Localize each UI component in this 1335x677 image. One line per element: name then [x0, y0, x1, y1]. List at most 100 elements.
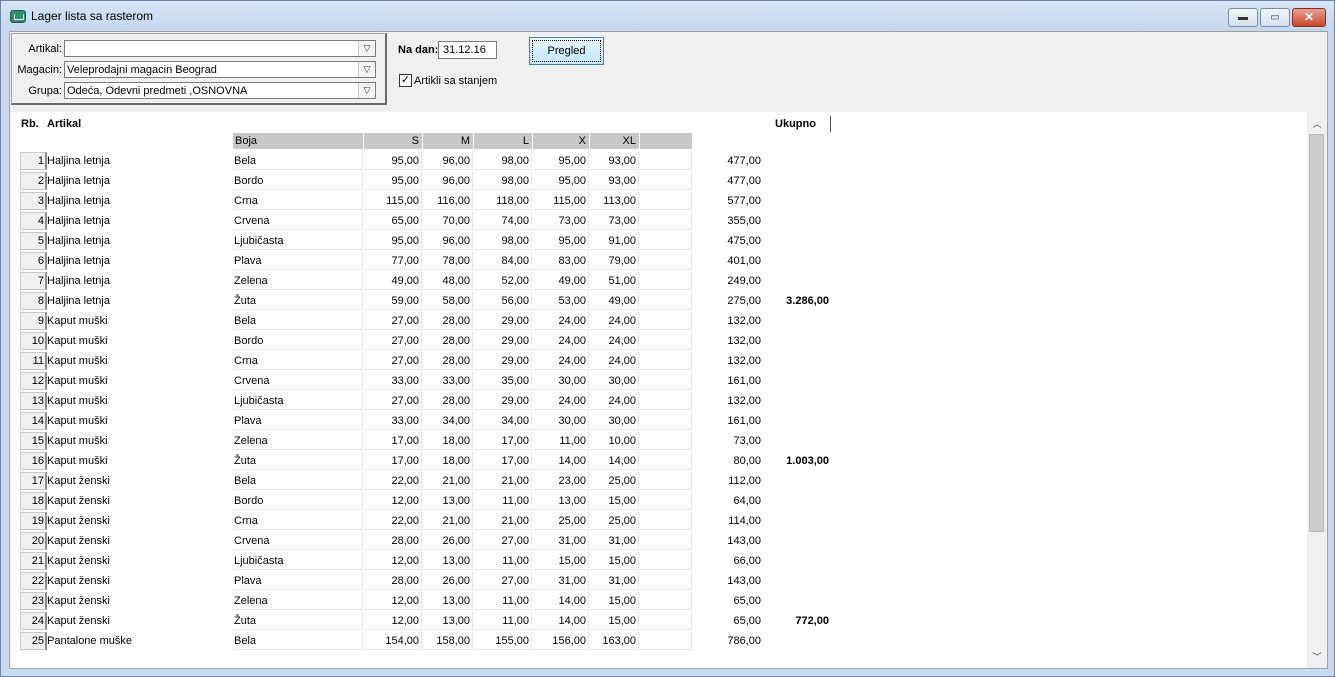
pregled-button[interactable]: Pregled	[529, 37, 604, 65]
size-qty-cell[interactable]: 98,00	[474, 232, 532, 250]
size-qty-cell[interactable]: 33,00	[364, 372, 422, 390]
size-qty-cell[interactable]: 96,00	[423, 172, 473, 190]
size-qty-cell[interactable]: 15,00	[590, 612, 639, 630]
boja-cell[interactable]: Crna	[233, 512, 363, 530]
boja-cell[interactable]: Plava	[233, 252, 363, 270]
row-number[interactable]: 2	[20, 172, 47, 190]
title-bar[interactable]: Lager lista sa rasterom ▬ ▭ ✕	[1, 1, 1334, 31]
size-qty-cell[interactable]: 25,00	[590, 512, 639, 530]
row-number[interactable]: 6	[20, 252, 47, 270]
size-qty-cell[interactable]: 95,00	[364, 232, 422, 250]
table-row[interactable]: 16 Kaput muški Žuta 17,00 18,00 17,00 14,00 14,…	[11, 451, 1301, 471]
size-qty-cell[interactable]: 96,00	[423, 152, 473, 170]
row-number[interactable]: 23	[20, 592, 47, 610]
size-qty-cell[interactable]: 73,00	[590, 212, 639, 230]
size-qty-cell[interactable]: 15,00	[533, 552, 589, 570]
boja-cell[interactable]: Crvena	[233, 532, 363, 550]
size-qty-cell[interactable]: 118,00	[474, 192, 532, 210]
table-row[interactable]: 3 Haljina letnja Crna 115,00 116,00 118,00 115…	[11, 191, 1301, 211]
size-qty-cell[interactable]: 116,00	[423, 192, 473, 210]
boja-cell[interactable]: Bela	[233, 472, 363, 490]
size-qty-cell[interactable]: 51,00	[590, 272, 639, 290]
row-number[interactable]: 25	[20, 632, 47, 650]
table-row[interactable]: 15 Kaput muški Zelena 17,00 18,00 17,00 11,00 1…	[11, 431, 1301, 451]
table-row[interactable]: 4 Haljina letnja Crvena 65,00 70,00 74,00 73,0…	[11, 211, 1301, 231]
size-qty-cell[interactable]: 25,00	[590, 472, 639, 490]
boja-cell[interactable]: Crna	[233, 352, 363, 370]
boja-cell[interactable]: Crna	[233, 192, 363, 210]
size-qty-cell[interactable]: 115,00	[364, 192, 422, 210]
size-qty-cell[interactable]: 158,00	[423, 632, 473, 650]
size-qty-cell[interactable]: 24,00	[533, 332, 589, 350]
row-number[interactable]: 15	[20, 432, 47, 450]
size-qty-cell[interactable]: 31,00	[533, 572, 589, 590]
size-qty-cell[interactable]: 78,00	[423, 252, 473, 270]
size-qty-cell[interactable]: 21,00	[474, 512, 532, 530]
artikli-sa-stanjem-checkbox[interactable]: ✓	[399, 74, 412, 87]
size-qty-cell[interactable]: 17,00	[364, 432, 422, 450]
size-qty-cell[interactable]: 79,00	[590, 252, 639, 270]
boja-cell[interactable]: Plava	[233, 412, 363, 430]
size-qty-cell[interactable]: 49,00	[533, 272, 589, 290]
size-qty-cell[interactable]: 14,00	[590, 452, 639, 470]
size-qty-cell[interactable]: 30,00	[590, 412, 639, 430]
column-header-ukupno[interactable]: Ukupno	[761, 116, 831, 132]
size-qty-cell[interactable]: 30,00	[533, 372, 589, 390]
size-qty-cell[interactable]: 29,00	[474, 312, 532, 330]
table-row[interactable]: 14 Kaput muški Plava 33,00 34,00 34,00 30,00 30…	[11, 411, 1301, 431]
size-qty-cell[interactable]: 95,00	[533, 172, 589, 190]
maximize-button[interactable]: ▭	[1260, 8, 1290, 27]
size-qty-cell[interactable]: 11,00	[533, 432, 589, 450]
size-qty-cell[interactable]: 28,00	[423, 332, 473, 350]
size-qty-cell[interactable]: 14,00	[533, 592, 589, 610]
scroll-down-icon[interactable]: ﹀	[1307, 649, 1327, 666]
size-qty-cell[interactable]: 29,00	[474, 392, 532, 410]
size-qty-cell[interactable]: 21,00	[423, 472, 473, 490]
table-row[interactable]: 9 Kaput muški Bela 27,00 28,00 29,00 24,00 24,0…	[11, 311, 1301, 331]
size-qty-cell[interactable]: 28,00	[364, 532, 422, 550]
magacin-combo[interactable]: Veleprodajni magacin Beograd ▽	[64, 61, 376, 78]
boja-cell[interactable]: Bela	[233, 632, 363, 650]
size-qty-cell[interactable]: 28,00	[423, 392, 473, 410]
size-qty-cell[interactable]: 155,00	[474, 632, 532, 650]
grupa-combo[interactable]: Odeća, Odevni predmeti ,OSNOVNA ▽	[64, 82, 376, 99]
row-number[interactable]: 9	[20, 312, 47, 330]
boja-cell[interactable]: Zelena	[233, 592, 363, 610]
size-qty-cell[interactable]: 98,00	[474, 152, 532, 170]
table-row[interactable]: 7 Haljina letnja Zelena 49,00 48,00 52,00 49,0…	[11, 271, 1301, 291]
size-qty-cell[interactable]: 74,00	[474, 212, 532, 230]
row-number[interactable]: 18	[20, 492, 47, 510]
boja-cell[interactable]: Žuta	[233, 292, 363, 310]
row-number[interactable]: 4	[20, 212, 47, 230]
row-number[interactable]: 21	[20, 552, 47, 570]
size-qty-cell[interactable]: 11,00	[474, 552, 532, 570]
chevron-down-icon[interactable]: ▽	[358, 83, 375, 98]
row-number[interactable]: 11	[20, 352, 47, 370]
size-qty-cell[interactable]: 30,00	[533, 412, 589, 430]
table-row[interactable]: 8 Haljina letnja Žuta 59,00 58,00 56,00 53,00 4…	[11, 291, 1301, 311]
size-qty-cell[interactable]: 28,00	[423, 312, 473, 330]
size-qty-cell[interactable]: 31,00	[533, 532, 589, 550]
boja-cell[interactable]: Bela	[233, 312, 363, 330]
vertical-scrollbar[interactable]: ︿ ﹀	[1307, 112, 1327, 668]
size-qty-cell[interactable]: 24,00	[590, 352, 639, 370]
size-qty-cell[interactable]: 95,00	[533, 232, 589, 250]
table-row[interactable]: 25 Pantalone muške Bela 154,00 158,00 155,00 1…	[11, 631, 1301, 651]
scroll-up-icon[interactable]: ︿	[1307, 116, 1327, 133]
boja-cell[interactable]: Zelena	[233, 272, 363, 290]
size-qty-cell[interactable]: 113,00	[590, 192, 639, 210]
table-row[interactable]: 20 Kaput ženski Crvena 28,00 26,00 27,00 31,00…	[11, 531, 1301, 551]
size-qty-cell[interactable]: 98,00	[474, 172, 532, 190]
size-qty-cell[interactable]: 22,00	[364, 472, 422, 490]
size-qty-cell[interactable]: 96,00	[423, 232, 473, 250]
size-qty-cell[interactable]: 95,00	[533, 152, 589, 170]
size-qty-cell[interactable]: 24,00	[533, 312, 589, 330]
table-row[interactable]: 23 Kaput ženski Zelena 12,00 13,00 11,00 14,00…	[11, 591, 1301, 611]
size-qty-cell[interactable]: 24,00	[533, 352, 589, 370]
size-qty-cell[interactable]: 22,00	[364, 512, 422, 530]
size-qty-cell[interactable]: 33,00	[364, 412, 422, 430]
size-qty-cell[interactable]: 11,00	[474, 592, 532, 610]
size-qty-cell[interactable]: 24,00	[533, 392, 589, 410]
boja-cell[interactable]: Žuta	[233, 612, 363, 630]
size-qty-cell[interactable]: 12,00	[364, 552, 422, 570]
